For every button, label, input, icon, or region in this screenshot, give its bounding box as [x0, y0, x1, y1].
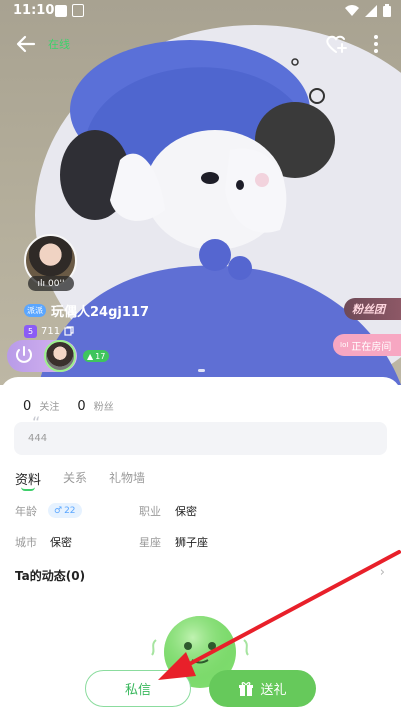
top-bar: 在线 [0, 30, 401, 60]
signal-icon [365, 4, 377, 17]
stats-row: 0 关注 0 粉丝 [23, 395, 114, 414]
gift-icon [239, 681, 254, 696]
profile-tabs: 资料 关系 礼物墙 [15, 469, 145, 491]
tab-profile[interactable]: 资料 [15, 469, 42, 491]
tab-gift-wall[interactable]: 礼物墙 [109, 469, 145, 488]
tab-profile-label: 资料 [15, 473, 42, 488]
following-count: 0 [23, 399, 32, 414]
status-time: 11:10 [13, 3, 55, 18]
notification-icon [55, 5, 67, 17]
wifi-icon [345, 4, 359, 16]
sim-icon [72, 4, 84, 17]
zodiac-label: 星座 [139, 536, 161, 549]
zodiac-value: 狮子座 [175, 536, 208, 549]
name-row: 派派 玩偶人24gj117 [24, 301, 149, 320]
username: 玩偶人24gj117 [51, 304, 149, 320]
in-room-button[interactable]: IoI 正在房间 [333, 334, 401, 356]
age-badge: ♂ 22 [48, 503, 82, 518]
send-gift-label: 送礼 [260, 683, 287, 698]
fans-stat-label: 粉丝 [93, 402, 114, 413]
copy-icon[interactable] [64, 326, 74, 336]
more-vertical-icon[interactable] [364, 32, 388, 56]
status-bar: 11:10 [0, 0, 401, 24]
voice-duration: 00'' [48, 278, 65, 289]
tab-relations[interactable]: 关系 [63, 469, 87, 488]
city-label: 城市 [15, 536, 37, 549]
sound-wave-icon: ılı [37, 278, 46, 289]
level-row: 5 711 [24, 324, 74, 338]
male-icon: ♂ [54, 505, 63, 516]
wealth-value: 711 [41, 325, 61, 337]
online-status: 在线 [48, 38, 70, 51]
chevron-right-icon: › [379, 565, 385, 580]
signature-box [14, 422, 387, 455]
job-label: 职业 [139, 505, 161, 518]
fan-club-button[interactable]: 粉丝团 [344, 298, 401, 320]
send-gift-button[interactable]: 送礼 [209, 670, 316, 707]
signature-text: 444 [28, 433, 48, 444]
following-stat[interactable]: 0 关注 [23, 395, 59, 414]
room-host-avatar[interactable] [44, 340, 76, 372]
follow-heart-plus-icon[interactable] [324, 32, 348, 56]
fans-count-value: 17 [95, 351, 106, 361]
moments-title: Ta的动态(0) [15, 569, 86, 583]
level-badge: 5 [24, 324, 37, 338]
age-value: 22 [64, 505, 76, 516]
battery-icon [383, 4, 391, 17]
vip-badge: 派派 [24, 303, 46, 317]
age-label: 年龄 [15, 505, 37, 518]
fans-count-badge: ▲ 17 [83, 350, 110, 362]
quote-mark: “ [32, 413, 41, 432]
city-value: 保密 [50, 536, 72, 549]
fans-stat-count: 0 [77, 399, 86, 414]
moments-row[interactable]: Ta的动态(0) › [15, 565, 387, 583]
private-message-button[interactable]: 私信 [85, 670, 191, 707]
in-room-icon: IoI [340, 341, 349, 349]
fans-stat[interactable]: 0 粉丝 [77, 395, 113, 414]
power-icon[interactable] [12, 344, 36, 368]
job-value: 保密 [175, 505, 197, 518]
in-room-label: 正在房间 [351, 341, 392, 353]
thumb-icon: ▲ [87, 351, 94, 361]
voice-intro-button[interactable]: ılı 00'' [28, 276, 74, 291]
back-arrow-icon[interactable] [14, 32, 38, 56]
cover-page-indicator [198, 369, 205, 372]
following-label: 关注 [39, 402, 60, 413]
tab-active-indicator [21, 487, 35, 491]
